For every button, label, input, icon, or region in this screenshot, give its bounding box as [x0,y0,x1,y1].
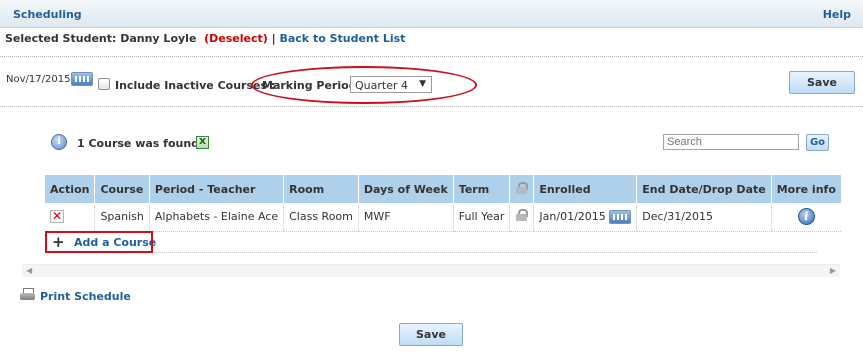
print-schedule-link[interactable]: Print Schedule [40,290,131,303]
delete-x-icon[interactable]: ✕ [50,210,64,224]
cell-end-date: Dec/31/2015 [636,203,772,232]
col-end-date: End Date/Drop Date [636,175,772,203]
enrolled-date: Jan/01/2015 [539,209,606,223]
search-input[interactable] [663,134,799,150]
cell-action: ✕ [45,203,96,232]
go-button[interactable]: Go [806,134,829,151]
divider [0,56,863,57]
deselect-link[interactable]: Deselect [209,32,263,45]
add-course-highlight [45,231,153,253]
page-title: Scheduling [13,8,82,21]
info-icon: i [51,134,67,150]
col-days-of-week: Days of Week [358,175,454,203]
unlock-icon[interactable] [515,209,529,222]
results-count: 1 Course was found. [77,137,204,150]
separator: | [271,32,276,45]
divider [0,106,863,107]
cell-days: MWF [358,203,454,232]
help-link[interactable]: Help [823,8,851,21]
horizontal-scrollbar[interactable]: ◀ ▶ [22,264,840,277]
highlight-ellipse [251,66,477,104]
deselect-paren-close: ) [262,32,268,45]
col-course: Course [94,175,150,203]
table-header-row: Action Course Period - Teacher Room Days… [45,175,841,203]
cell-more-info: i [771,203,841,232]
date-value: Nov/17/2015 [6,74,71,85]
table-row: ✕ Spanish Alphabets - Elaine Ace Class R… [45,203,841,232]
selected-student-text: Selected Student: Danny Loyle [5,32,197,45]
save-button-top[interactable]: Save [789,71,855,94]
calendar-icon[interactable] [71,72,93,86]
col-room: Room [283,175,359,203]
include-inactive-checkbox[interactable] [98,78,110,90]
col-term: Term [453,175,511,203]
back-to-student-list-link[interactable]: Back to Student List [279,32,405,45]
excel-export-icon[interactable] [196,134,209,149]
cell-enrolled: Jan/01/2015 [533,203,638,232]
save-button-bottom[interactable]: Save [399,323,463,346]
calendar-icon[interactable] [609,209,632,224]
cell-period-teacher: Alphabets - Elaine Ace [149,203,285,232]
cell-lock [509,203,535,232]
printer-icon[interactable] [20,288,35,301]
add-course-row [45,232,817,253]
cell-room: Class Room [283,203,359,232]
scroll-right-icon[interactable]: ▶ [830,266,836,275]
cell-course: Spanish [94,203,150,232]
cell-term: Full Year [453,203,511,232]
selected-student-line: Selected Student: Danny Loyle (Deselect)… [5,32,405,45]
courses-table: Action Course Period - Teacher Room Days… [45,175,841,232]
col-action: Action [45,175,96,203]
col-enrolled: Enrolled [533,175,638,203]
col-lock [509,175,535,203]
scroll-left-icon[interactable]: ◀ [26,266,32,275]
col-more-info: More info [771,175,841,203]
title-bar: Scheduling Help [0,0,863,28]
lock-icon [515,181,529,194]
more-info-icon[interactable]: i [797,208,815,226]
col-period-teacher: Period - Teacher [149,175,285,203]
